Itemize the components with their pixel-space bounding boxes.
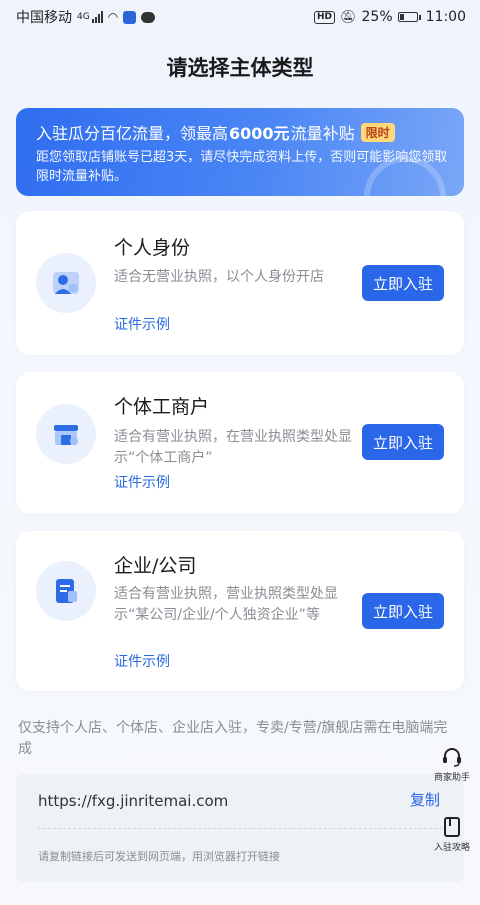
wifi-icon: ◠ [107, 10, 119, 24]
enter-button-individual-business[interactable]: 立即入驻 [362, 424, 444, 460]
divider [38, 828, 442, 829]
page: 中国移动 4G ◠ HD 🔕︎ 25% 11:00 请选择主体类型 入驻瓜分百亿… [0, 0, 480, 905]
promo-headline: 入驻瓜分百亿流量，领最高 6000元 流量补贴 限时 [36, 120, 448, 144]
enter-button-company[interactable]: 立即入驻 [362, 593, 444, 629]
signal-icon [91, 11, 103, 23]
assistant-label: 商家助手 [433, 773, 470, 783]
card-description: 适合有营业执照，在营业执照类型处显示“个体工商户” [114, 429, 352, 466]
card-title: 个体工商户 [114, 396, 210, 418]
battery-percent: 25% [361, 9, 393, 25]
card-title: 个人身份 [114, 237, 191, 259]
guide-label: 入驻攻略 [433, 843, 470, 853]
page-title: 请选择主体类型 [166, 56, 314, 80]
copy-tip: 请复制链接后可发送到网页端，用浏览器打开链接 [38, 850, 280, 863]
carrier-name: 中国移动 [16, 10, 72, 26]
link-box: https://fxg.jinritemai.com 复制 请复制链接后可发送到… [16, 774, 464, 882]
guide-book-icon [439, 814, 465, 840]
promo-prefix: 入驻瓜分百亿流量，领最高 [36, 124, 229, 143]
headset-icon [439, 744, 465, 770]
limited-time-badge: 限时 [360, 122, 395, 142]
hd-icon: HD [313, 10, 335, 24]
message-icon [141, 11, 156, 23]
clock: 11:00 [425, 9, 466, 25]
network-type: 4G [77, 12, 90, 22]
merchant-assistant-button[interactable]: 商家助手 [430, 744, 474, 783]
card-individual-business: 个体工商户 适合有营业执照，在营业执照类型处显示“个体工商户” 证件示例 立即入… [16, 372, 464, 514]
company-doc-icon [36, 561, 96, 621]
status-left: 中国移动 4G ◠ [16, 7, 156, 27]
enter-button-personal[interactable]: 立即入驻 [362, 265, 444, 301]
status-bar: 中国移动 4G ◠ HD 🔕︎ 25% 11:00 [0, 0, 480, 34]
support-note: 仅支持个人店、个体店、企业店入驻，专卖/专营/旗舰店需在电脑端完成 [18, 720, 448, 757]
promo-banner[interactable]: 入驻瓜分百亿流量，领最高 6000元 流量补贴 限时 距您领取店铺账号已超3天，… [16, 108, 464, 196]
promo-highlight: 6000元 [229, 124, 290, 143]
battery-icon [397, 12, 421, 22]
entry-guide-button[interactable]: 入驻攻略 [430, 814, 474, 853]
sample-link[interactable]: 证件示例 [114, 314, 170, 334]
storefront-icon [36, 404, 96, 464]
card-description: 适合无营业执照，以个人身份开店 [114, 269, 324, 285]
card-personal: 个人身份 适合无营业执照，以个人身份开店 证件示例 立即入驻 [16, 211, 464, 355]
copy-button[interactable]: 复制 [410, 789, 440, 810]
card-company: 企业/公司 适合有营业执照，营业执照类型处显示“某公司/企业/个人独资企业”等 … [16, 531, 464, 691]
merchant-url: https://fxg.jinritemai.com [38, 792, 229, 810]
sample-link[interactable]: 证件示例 [114, 651, 170, 671]
sample-link[interactable]: 证件示例 [114, 472, 170, 492]
person-id-icon [36, 253, 96, 313]
app-notification-icon [123, 10, 137, 24]
card-description: 适合有营业执照，营业执照类型处显示“某公司/企业/个人独资企业”等 [114, 586, 338, 623]
mute-icon: 🔕︎ [340, 9, 357, 25]
promo-suffix: 流量补贴 [290, 124, 355, 143]
card-title: 企业/公司 [114, 555, 197, 577]
promo-description: 距您领取店铺账号已超3天，请尽快完成资料上传，否则可能影响您领取限时流量补贴。 [36, 150, 448, 184]
status-right: HD 🔕︎ 25% 11:00 [313, 9, 466, 25]
